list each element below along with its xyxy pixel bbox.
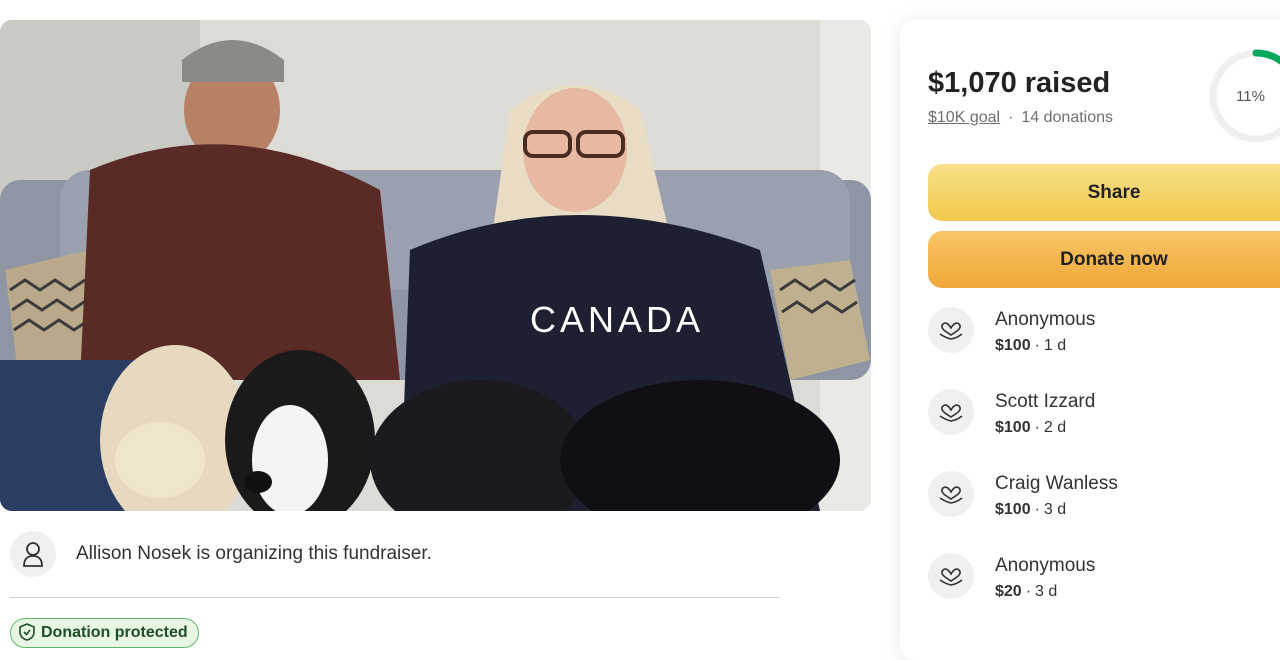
campaign-photo: CANADA: [0, 20, 871, 511]
donation-amount: $100: [995, 501, 1031, 518]
donation-detail: $100 · 1 d: [995, 337, 1067, 354]
donor-name: Anonymous: [995, 555, 1096, 576]
list-item: Craig Wanless $100 · 3 d: [928, 469, 1280, 529]
goal-link[interactable]: $10K goal: [928, 109, 1000, 126]
list-item: Anonymous $100 · 1 d: [928, 305, 1280, 365]
donation-card: $1,070 raised $10K goal · 14 donations 11%…: [900, 20, 1280, 660]
donation-time: 3 d: [1035, 583, 1058, 600]
donation-time: 2 d: [1043, 419, 1067, 436]
person-icon: [10, 531, 56, 577]
donation-protected-badge[interactable]: Donation protected: [10, 618, 199, 648]
donation-detail: $20 · 3 d: [995, 583, 1058, 600]
donation-amount: $100: [995, 337, 1031, 354]
donation-time: 1 d: [1043, 337, 1067, 354]
organizer-text: Allison Nosek is organizing this fundrai…: [76, 543, 432, 564]
list-item: Anonymous $20 · 3 d: [928, 551, 1280, 611]
goal-meta: $10K goal · 14 donations: [928, 109, 1114, 126]
donor-name: Scott Izzard: [995, 391, 1096, 412]
heart-hand-icon: [928, 471, 974, 517]
heart-hand-icon: [928, 553, 974, 599]
divider: [10, 597, 780, 598]
list-item: Scott Izzard $100 · 2 d: [928, 387, 1280, 447]
share-button[interactable]: Share: [928, 164, 1280, 221]
heart-hand-icon: [928, 389, 974, 435]
shield-icon: [19, 623, 35, 646]
progress-percent: 11%: [1236, 88, 1265, 105]
organizer-row: Allison Nosek is organizing this fundrai…: [10, 531, 432, 577]
donor-name: Anonymous: [995, 309, 1096, 330]
donate-now-button[interactable]: Donate now: [928, 231, 1280, 288]
donation-protected-label: Donation protected: [41, 624, 188, 641]
donation-amount: $100: [995, 419, 1031, 436]
amount-raised: $1,070 raised: [928, 67, 1111, 99]
heart-hand-icon: [928, 307, 974, 353]
donation-detail: $100 · 3 d: [995, 501, 1067, 518]
donation-detail: $100 · 2 d: [995, 419, 1067, 436]
donor-name: Craig Wanless: [995, 473, 1118, 494]
donation-amount: $20: [995, 583, 1022, 600]
donation-count: 14 donations: [1021, 109, 1114, 126]
shirt-text: CANADA: [530, 299, 704, 340]
donation-time: 3 d: [1043, 501, 1067, 518]
